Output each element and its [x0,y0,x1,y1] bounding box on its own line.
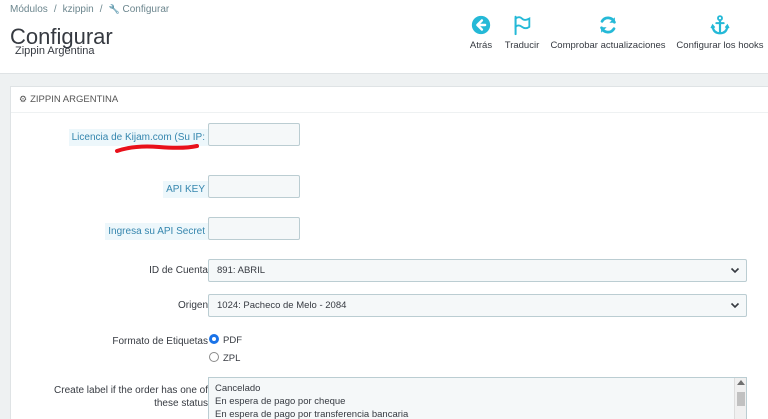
red-underline-annotation [115,144,199,153]
back-button[interactable]: Atrás [466,14,496,51]
check-updates-label: Comprobar actualizaciones [550,40,666,51]
license-input[interactable] [208,123,300,146]
label-format-zpl-radio[interactable]: ZPL [209,352,241,364]
scroll-up-icon[interactable] [737,380,745,385]
module-config-panel: ⚙ ZIPPIN ARGENTINA Licencia de Kijam.com … [10,86,768,419]
create-label-status-line2: these status [154,398,208,409]
page-header: Módulos / kzippin / 🔧 Configurar Configurar … [0,0,768,74]
label-format-label: Formato de Etiquetas [112,336,208,347]
arrow-left-circle-icon [471,15,491,35]
api-key-label: API KEY [163,181,208,198]
configure-hooks-label: Configurar los hooks [676,40,764,51]
origin-value: 1024: Pacheco de Melo - 2084 [217,300,347,311]
refresh-icon [600,16,616,34]
label-format-pdf-radio[interactable]: PDF [209,334,242,346]
scrollbar[interactable] [734,378,746,419]
panel-heading: ⚙ ZIPPIN ARGENTINA [11,87,768,113]
api-secret-label: Ingresa su API Secret [105,223,208,240]
list-item[interactable]: En espera de pago por transferencia banc… [215,408,740,419]
wrench-icon: 🔧 [108,4,120,14]
translate-button-label: Traducir [504,40,540,51]
label-format-pdf-text: PDF [223,335,242,346]
api-key-input[interactable] [208,175,300,198]
account-id-label: ID de Cuenta [149,265,208,276]
flag-icon [514,15,531,36]
breadcrumb-item-configure: Configurar [122,4,170,15]
breadcrumb-item-modules[interactable]: Módulos [10,4,48,15]
radio-unchecked-icon [209,352,219,363]
account-id-value: 891: ABRIL [217,265,266,276]
back-button-label: Atrás [469,40,493,51]
chevron-down-icon [730,267,740,274]
create-label-status-label: Create label if the order has one of the… [54,384,208,410]
order-status-multiselect[interactable]: Cancelado En espera de pago por cheque E… [208,377,747,419]
list-item[interactable]: Cancelado [215,382,740,395]
translate-button[interactable]: Traducir [500,14,544,51]
api-secret-input[interactable] [208,217,300,240]
origin-select[interactable]: 1024: Pacheco de Melo - 2084 [208,294,747,317]
chevron-down-icon [730,302,740,309]
panel-title: ZIPPIN ARGENTINA [30,94,119,105]
label-format-zpl-text: ZPL [223,353,241,364]
scrollbar-thumb[interactable] [737,392,745,406]
origin-label: Origen [177,300,208,311]
account-id-select[interactable]: 891: ABRIL [208,259,747,282]
anchor-icon [710,15,730,35]
gears-icon: ⚙ [19,94,28,104]
create-label-status-line1: Create label if the order has one of [54,385,208,396]
breadcrumb: Módulos / kzippin / 🔧 Configurar [10,4,170,15]
breadcrumb-item-module[interactable]: kzippin [63,4,94,15]
configure-hooks-button[interactable]: Configurar los hooks [674,14,766,51]
page-subtitle: Zippin Argentina [15,45,95,57]
radio-checked-icon [209,334,219,345]
list-item[interactable]: En espera de pago por cheque [215,395,740,408]
check-updates-button[interactable]: Comprobar actualizaciones [548,14,668,51]
